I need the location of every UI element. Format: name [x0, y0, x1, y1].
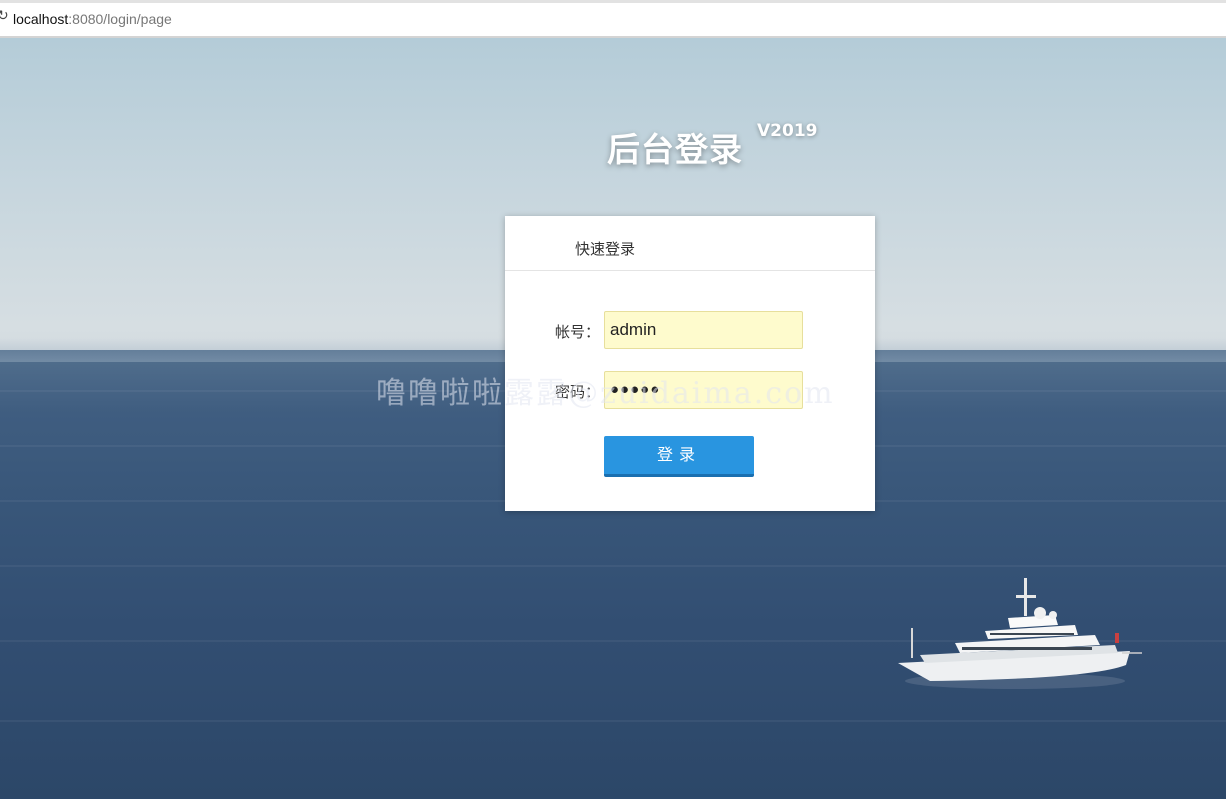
- account-row: 帐号： admin: [505, 311, 875, 349]
- yacht-image: [898, 578, 1142, 689]
- account-label: 帐号：: [555, 323, 601, 341]
- url-host: localhost: [13, 11, 69, 27]
- account-input[interactable]: admin: [604, 311, 803, 349]
- url-text[interactable]: localhost:8080/login/page: [13, 11, 172, 27]
- url-path: :8080/login/page: [68, 11, 172, 27]
- password-input[interactable]: ●●●●●: [604, 371, 803, 409]
- login-button[interactable]: 登录: [604, 436, 754, 477]
- login-panel: 快速登录 帐号： admin 密码： ●●●●● 登录: [505, 216, 875, 511]
- password-row: 密码： ●●●●●: [505, 371, 875, 409]
- login-panel-header: 快速登录: [505, 216, 875, 271]
- background-scene: 后台登录 V2019 快速登录 帐号： admin 密码： ●●●●● 登录 噜…: [0, 38, 1226, 799]
- password-label: 密码：: [555, 383, 601, 401]
- page-title: 后台登录: [607, 130, 743, 169]
- reload-icon[interactable]: ↻: [0, 8, 9, 24]
- login-tab-title[interactable]: 快速登录: [575, 238, 635, 259]
- version-label: V2019: [757, 121, 818, 141]
- address-bar[interactable]: ↻ localhost:8080/login/page: [0, 0, 1226, 38]
